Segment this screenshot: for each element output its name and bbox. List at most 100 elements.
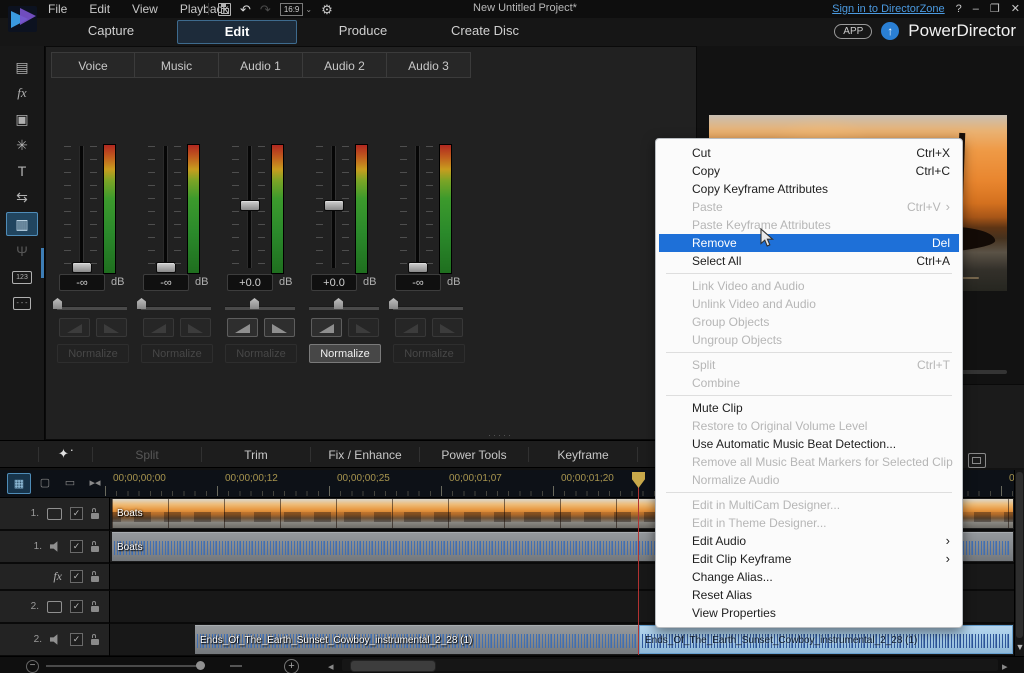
normalize-button[interactable]: Normalize (309, 344, 381, 363)
track-enable-checkbox[interactable]: ✓ (70, 633, 83, 646)
aspect-ratio-dropdown[interactable]: 16:9 ⌄ (280, 3, 312, 16)
upgrade-icon[interactable]: ↑ (881, 22, 899, 40)
menu-item-edit-clip-keyframe[interactable]: Edit Clip Keyframe› (659, 550, 959, 568)
fix-enhance-button[interactable]: Fix / Enhance (311, 441, 419, 469)
volume-fader-track[interactable] (79, 146, 84, 268)
track-enable-checkbox[interactable]: ✓ (70, 570, 83, 583)
tab-create-disc[interactable]: Create Disc (429, 20, 541, 42)
fade-in-button[interactable] (311, 318, 342, 337)
sidebar-item-audio-mixing-room[interactable]: ▥ (6, 212, 38, 236)
zoom-slider-track[interactable] (46, 665, 204, 667)
panel-splitter-handle[interactable]: ····· (488, 430, 513, 440)
track-lock-icon[interactable] (91, 606, 99, 612)
volume-fader-handle[interactable] (408, 262, 428, 273)
pan-handle[interactable] (137, 298, 146, 309)
sidebar-item-pip-objects-room[interactable]: ▣ (7, 108, 37, 130)
fade-in-button[interactable] (143, 318, 174, 337)
sidebar-item-media-room[interactable]: ▤ (7, 56, 37, 78)
db-value[interactable]: +0.0 (311, 274, 357, 291)
trim-button[interactable]: Trim (202, 441, 310, 469)
tab-capture[interactable]: Capture (55, 20, 167, 42)
db-value[interactable]: -∞ (143, 274, 189, 291)
hscroll-track[interactable] (342, 659, 998, 671)
track-lock-icon[interactable] (91, 513, 99, 519)
vscroll-down-arrow[interactable]: ▼ (1015, 642, 1024, 652)
pan-slider[interactable] (135, 298, 219, 314)
music-clip-1[interactable]: Ends_Of_The_Earth_Sunset_Cowboy_instrume… (195, 625, 639, 654)
vscroll-thumb[interactable] (1016, 472, 1023, 638)
track-lock-icon[interactable] (91, 576, 99, 582)
volume-fader-track[interactable] (163, 146, 168, 268)
menu-item-use-automatic-music-beat-detection[interactable]: Use Automatic Music Beat Detection... (659, 435, 959, 453)
track-lock-icon[interactable] (91, 546, 99, 552)
menu-item-copy[interactable]: CopyCtrl+C (659, 162, 959, 180)
grab-mode-button[interactable]: ▢ (34, 473, 56, 492)
menu-item-change-alias[interactable]: Change Alias... (659, 568, 959, 586)
fade-in-button[interactable] (395, 318, 426, 337)
undo-icon[interactable]: ↶ (240, 3, 251, 16)
normalize-button[interactable]: Normalize (141, 344, 213, 363)
music-clip-2-selected[interactable]: Ends_Of_The_Earth_Sunset_Cowboy_instrume… (639, 625, 1013, 654)
normalize-button[interactable]: Normalize (57, 344, 129, 363)
hscroll-right-arrow[interactable]: ▸ (1002, 660, 1008, 673)
menu-file[interactable]: File (48, 2, 67, 16)
volume-fader-handle[interactable] (156, 262, 176, 273)
fade-in-button[interactable] (59, 318, 90, 337)
volume-fader-track[interactable] (415, 146, 420, 268)
range-select-button[interactable]: ▭ (59, 473, 81, 492)
normalize-button[interactable]: Normalize (225, 344, 297, 363)
menu-view[interactable]: View (132, 2, 158, 16)
pan-handle[interactable] (53, 298, 62, 309)
sidebar-item-effect-room[interactable]: fx (7, 82, 37, 104)
db-value[interactable]: +0.0 (227, 274, 273, 291)
menu-item-select-all[interactable]: Select AllCtrl+A (659, 252, 959, 270)
sidebar-item-transition-room[interactable]: ⇆ (7, 186, 37, 208)
fade-out-button[interactable] (96, 318, 127, 337)
hscroll-left-arrow[interactable]: ◂ (328, 660, 334, 673)
pan-slider[interactable] (303, 298, 387, 314)
pan-slider[interactable] (219, 298, 303, 314)
menu-item-cut[interactable]: CutCtrl+X (659, 144, 959, 162)
tab-edit[interactable]: Edit (177, 20, 297, 44)
pan-handle[interactable] (389, 298, 398, 309)
help-button[interactable]: ? (956, 3, 962, 15)
fade-out-button[interactable] (432, 318, 463, 337)
tab-produce[interactable]: Produce (307, 20, 419, 42)
menu-edit[interactable]: Edit (89, 2, 110, 16)
pan-handle[interactable] (334, 298, 343, 309)
normalize-button[interactable]: Normalize (393, 344, 465, 363)
track-manager-button[interactable]: ▦ (7, 473, 31, 494)
maximize-button[interactable]: ❐ (990, 2, 1000, 15)
sidebar-item-subtitle-room[interactable]: - - - (7, 292, 37, 314)
fade-in-button[interactable] (227, 318, 258, 337)
sidebar-item-title-room[interactable]: T (7, 160, 37, 182)
vscroll-track[interactable]: ▼ (1014, 470, 1024, 656)
track-lock-icon[interactable] (91, 639, 99, 645)
volume-fader-handle[interactable] (324, 200, 344, 211)
menu-item-mute-clip[interactable]: Mute Clip (659, 399, 959, 417)
menu-item-view-properties[interactable]: View Properties (659, 604, 959, 622)
menu-item-copy-keyframe-attributes[interactable]: Copy Keyframe Attributes (659, 180, 959, 198)
volume-fader-handle[interactable] (240, 200, 260, 211)
sidebar-item-voiceover-room[interactable]: Ψ (7, 240, 37, 262)
pan-handle[interactable] (250, 298, 259, 309)
zoom-out-button[interactable]: − (26, 660, 39, 673)
pan-slider[interactable] (51, 298, 135, 314)
keyframe-button[interactable]: Keyframe (529, 441, 637, 469)
undock-preview-icon[interactable] (968, 453, 986, 468)
magic-fix-icon[interactable]: ✦ (58, 446, 69, 462)
db-value[interactable]: -∞ (59, 274, 105, 291)
redo-icon[interactable]: ↷ (260, 3, 271, 16)
hscroll-thumb[interactable] (350, 660, 436, 672)
menu-item-reset-alias[interactable]: Reset Alias (659, 586, 959, 604)
sidebar-item-particle-room[interactable]: ✳ (7, 134, 37, 156)
menu-item-remove[interactable]: RemoveDel (659, 234, 959, 252)
close-button[interactable]: ✕ (1011, 2, 1020, 15)
track-enable-checkbox[interactable]: ✓ (70, 540, 83, 553)
minimize-button[interactable]: – (973, 3, 979, 15)
menu-item-edit-audio[interactable]: Edit Audio› (659, 532, 959, 550)
db-value[interactable]: -∞ (395, 274, 441, 291)
fade-out-button[interactable] (264, 318, 295, 337)
power-tools-button[interactable]: Power Tools (420, 441, 528, 469)
save-icon[interactable] (218, 3, 231, 16)
